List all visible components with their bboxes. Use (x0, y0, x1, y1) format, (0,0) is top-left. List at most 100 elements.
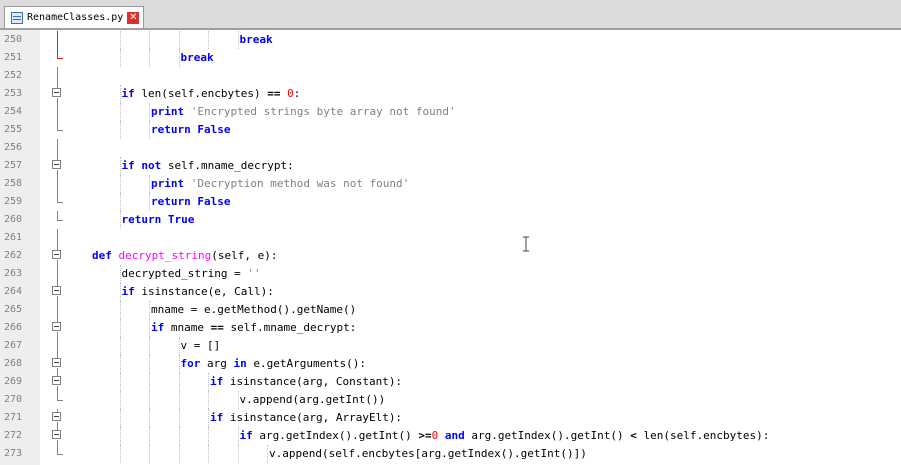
code-line[interactable]: 261 (0, 229, 901, 247)
line-number: 258 (4, 178, 23, 189)
indent-guide (119, 265, 121, 283)
indent-guide (119, 445, 121, 463)
code-token: arg.getIndex().getInt() (252, 429, 419, 442)
code-token: isinstance(e, Call): (134, 285, 274, 298)
keyword-token: if (239, 429, 253, 442)
fold-toggle-icon[interactable] (52, 409, 64, 427)
fold-line (52, 265, 64, 283)
fold-toggle-icon[interactable] (52, 85, 64, 103)
fold-toggle-icon[interactable] (52, 247, 64, 265)
code-token: : (293, 87, 301, 100)
fold-line (52, 31, 64, 49)
code-line[interactable]: 255 return False (0, 121, 901, 139)
fold-toggle-icon[interactable] (52, 373, 64, 391)
indent-guide (149, 355, 150, 373)
code-line[interactable]: 263 decrypted_string = '' (0, 265, 901, 283)
keyword-token: False (197, 123, 231, 136)
code-text: decrypted_string = '' (122, 265, 261, 283)
indent-guide (119, 49, 121, 67)
indent-guide (178, 373, 180, 391)
fold-toggle-icon[interactable] (52, 427, 64, 445)
indent-guide (149, 373, 150, 391)
indent-guide (149, 31, 150, 49)
tab-renameclasses[interactable]: RenameClasses.py ✕ (4, 6, 144, 28)
code-line[interactable]: 266 if mname == self.mname_decrypt: (0, 319, 901, 337)
code-line[interactable]: 268 for arg in e.getArguments(): (0, 355, 901, 373)
code-text: break (181, 49, 214, 67)
indent-guide (237, 31, 239, 49)
fold-end-marker (52, 211, 64, 229)
line-number: 263 (4, 268, 23, 279)
fold-line (52, 301, 64, 319)
code-line[interactable]: 262 def decrypt_string(self, e): (0, 247, 901, 265)
code-token: self.mname_decrypt: (223, 321, 357, 334)
fold-line (52, 337, 64, 355)
fold-line (52, 229, 64, 247)
code-token: < (630, 429, 637, 442)
line-number: 266 (4, 322, 23, 333)
string-token: 'Decryption method was not found' (190, 177, 410, 190)
code-text: break (240, 31, 273, 49)
line-number: 253 (4, 88, 23, 99)
code-text: if isinstance(e, Call): (122, 283, 274, 301)
line-number: 268 (4, 358, 23, 369)
line-number: 257 (4, 160, 23, 171)
fold-toggle-icon[interactable] (52, 319, 64, 337)
line-number: 261 (4, 232, 23, 243)
line-number: 255 (4, 124, 23, 135)
code-line[interactable]: 272 if arg.getIndex().getInt() >=0 and ar… (0, 427, 901, 445)
indent-guide (119, 121, 121, 139)
indent-guide (178, 31, 180, 49)
code-line[interactable]: 270 v.append(arg.getInt()) (0, 391, 901, 409)
code-line[interactable]: 269 if isinstance(arg, Constant): (0, 373, 901, 391)
code-line[interactable]: 254 print 'Encrypted strings byte array n… (0, 103, 901, 121)
code-line[interactable]: 250 break (0, 31, 901, 49)
code-text: return False (151, 193, 231, 211)
code-line[interactable]: 256 (0, 139, 901, 157)
indent-guide (208, 427, 209, 445)
indent-guide (119, 85, 121, 103)
fold-end-marker (52, 445, 64, 463)
code-line[interactable]: 273 v.append(self.encbytes[arg.getIndex()… (0, 445, 901, 463)
code-line[interactable]: 267 v = [] (0, 337, 901, 355)
code-line[interactable]: 251 break (0, 49, 901, 67)
fold-toggle-icon[interactable] (52, 157, 64, 175)
fold-toggle-icon[interactable] (52, 355, 64, 373)
close-icon[interactable]: ✕ (127, 11, 140, 24)
code-line[interactable]: 260 return True (0, 211, 901, 229)
code-line[interactable]: 264 if isinstance(e, Call): (0, 283, 901, 301)
keyword-token: if (121, 87, 135, 100)
indent-guide (149, 301, 150, 319)
indent-guide (149, 391, 150, 409)
line-number: 270 (4, 394, 23, 405)
keyword-token: False (197, 195, 231, 208)
line-number: 269 (4, 376, 23, 387)
code-editor[interactable]: 250 break 251 break 252 253 if len(self.encbyt… (0, 30, 901, 465)
code-token: len(self.encbytes): (636, 429, 770, 442)
indent-guide (149, 121, 150, 139)
code-line[interactable]: 253 if len(self.encbytes) == 0: (0, 85, 901, 103)
code-token: == (267, 87, 281, 100)
code-token: (self, e): (211, 249, 278, 262)
indent-guide (149, 103, 150, 121)
line-number: 271 (4, 412, 23, 423)
indent-guide (119, 103, 121, 121)
indent-guide (208, 391, 209, 409)
indent-guide (267, 445, 268, 463)
code-text: if isinstance(arg, Constant): (210, 373, 402, 391)
fold-line (52, 139, 64, 157)
code-line[interactable]: 257 if not self.mname_decrypt: (0, 157, 901, 175)
code-line[interactable]: 258 print 'Decryption method was not foun… (0, 175, 901, 193)
code-line[interactable]: 271 if isinstance(arg, ArrayElt): (0, 409, 901, 427)
string-token: 'Encrypted strings byte array not found' (190, 105, 456, 118)
code-token: v.append(self.encbytes[arg.getIndex().ge… (269, 447, 587, 460)
code-line[interactable]: 259 return False (0, 193, 901, 211)
code-line[interactable]: 252 (0, 67, 901, 85)
indent-guide (237, 427, 239, 445)
indent-guide (119, 355, 121, 373)
code-line[interactable]: 265 mname = e.getMethod().getName() (0, 301, 901, 319)
fold-toggle-icon[interactable] (52, 283, 64, 301)
